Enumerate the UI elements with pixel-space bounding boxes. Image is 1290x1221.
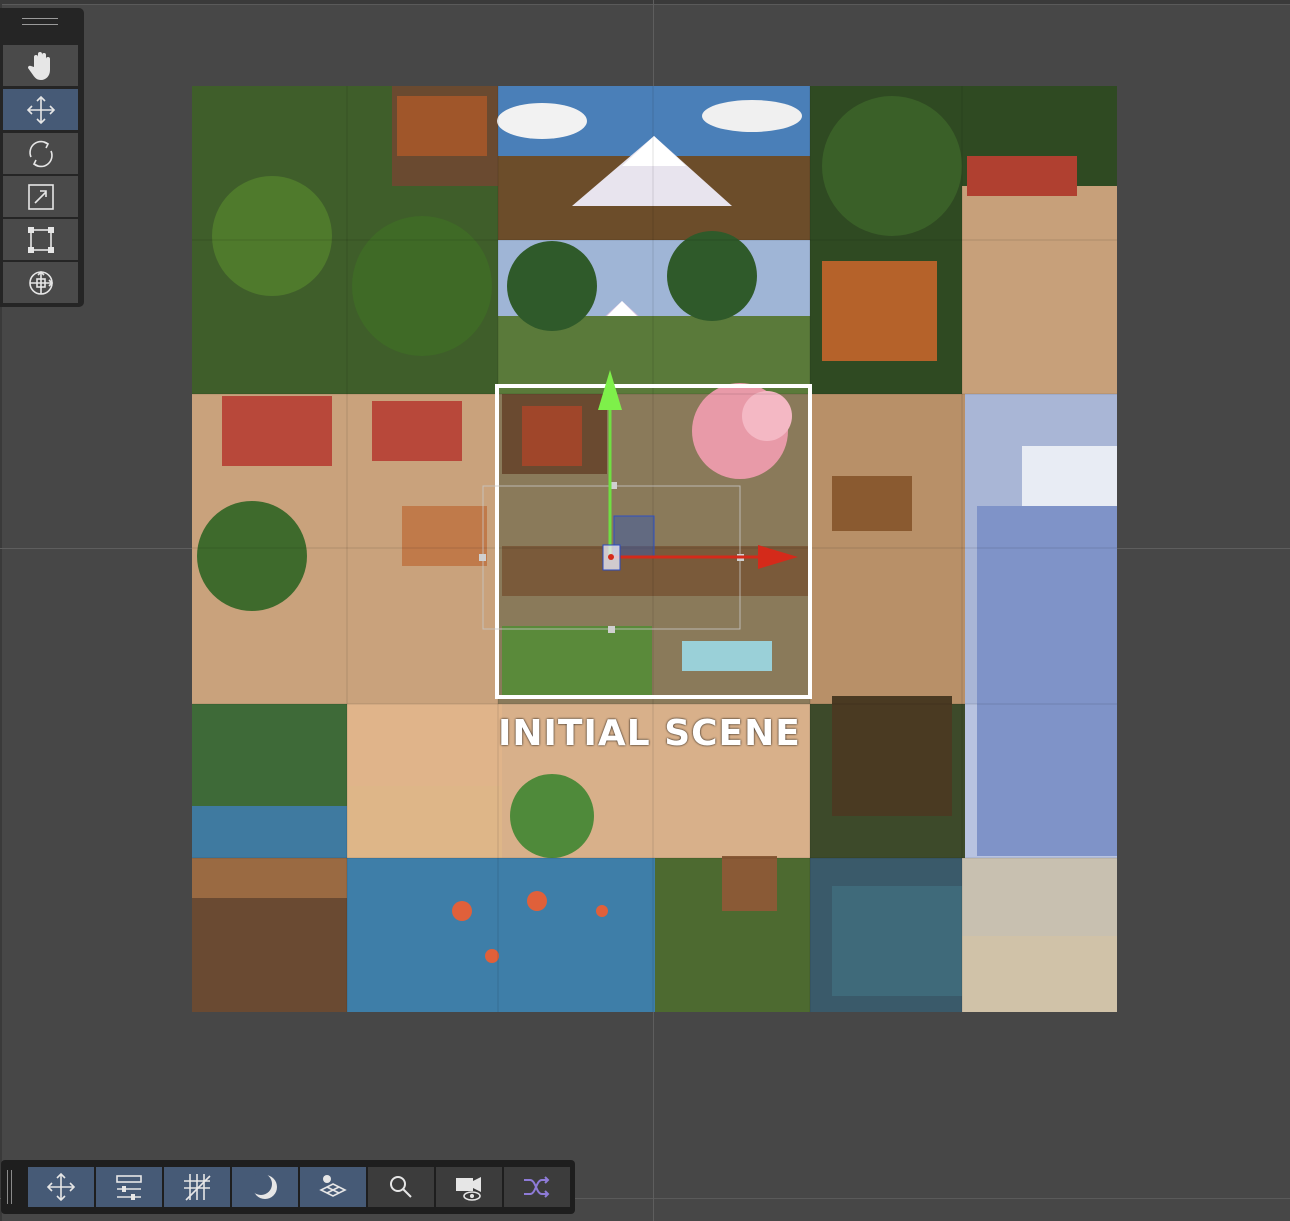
viewport-top-border (0, 0, 1290, 5)
grid-snapping-button[interactable] (164, 1167, 230, 1207)
scene-label: INITIAL SCENE (498, 713, 801, 754)
rotate-icon (28, 140, 53, 167)
magnifier-icon (390, 1176, 412, 1198)
hand-tool-button[interactable] (3, 45, 78, 86)
moon-icon (250, 1173, 277, 1199)
palette-grip[interactable] (22, 18, 58, 28)
move-arrows-icon (26, 95, 55, 124)
move-snap-button[interactable] (28, 1167, 94, 1207)
scene-toolbar (1, 1160, 575, 1214)
transform-all-icon (28, 270, 53, 295)
layers-button[interactable] (300, 1167, 366, 1207)
move-arrows-icon (46, 1172, 76, 1202)
sliders-icon (116, 1175, 142, 1200)
rect-transform-icon (27, 226, 54, 253)
rotate-tool-button[interactable] (3, 133, 78, 174)
shuffle-button[interactable] (504, 1167, 570, 1207)
adjustments-button[interactable] (96, 1167, 162, 1207)
move-tool-button[interactable] (3, 89, 78, 130)
search-button[interactable] (368, 1167, 434, 1207)
bounds-handle-bottom[interactable] (608, 626, 615, 633)
toolbar-grip[interactable] (7, 1170, 15, 1204)
bounds-handle-left[interactable] (479, 554, 486, 561)
lighting-button[interactable] (232, 1167, 298, 1207)
transform-tool-button[interactable] (3, 262, 78, 303)
shuffle-icon (524, 1176, 550, 1198)
scale-icon (27, 183, 54, 210)
hand-icon (27, 51, 50, 80)
rect-tool-button[interactable] (3, 219, 78, 260)
grid-hash-icon (184, 1174, 211, 1201)
camera-eye-icon (456, 1177, 481, 1201)
pivot-point (608, 554, 614, 560)
layers-icon (319, 1175, 347, 1197)
camera-visibility-button[interactable] (436, 1167, 502, 1207)
tool-palette (0, 8, 84, 307)
scale-tool-button[interactable] (3, 176, 78, 217)
